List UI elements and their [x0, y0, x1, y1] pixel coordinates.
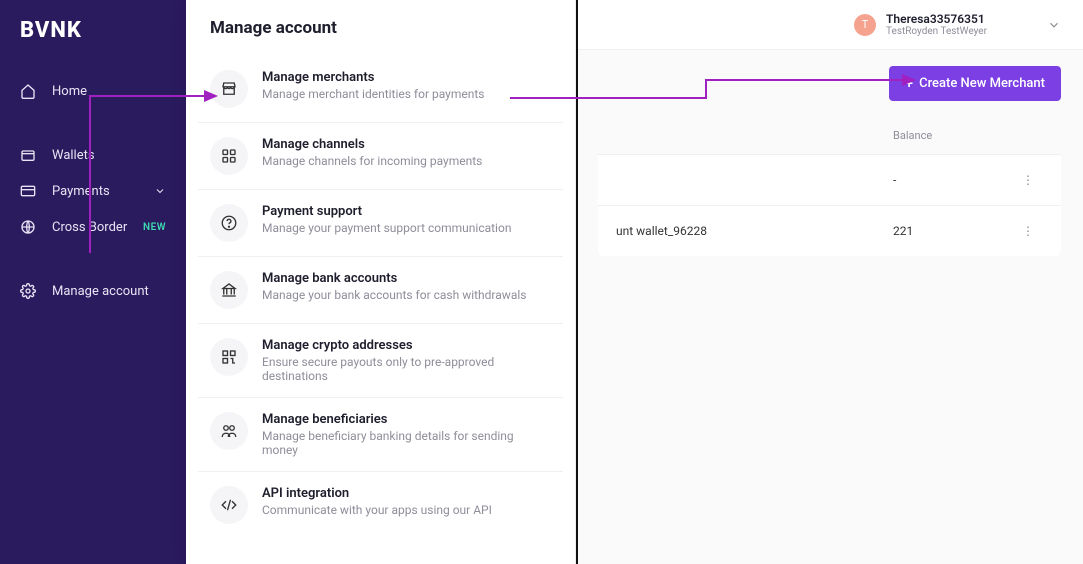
button-label: Create New Merchant [919, 76, 1045, 91]
panel-item-manage-channels[interactable]: Manage channels Manage channels for inco… [198, 122, 563, 189]
code-icon [210, 486, 248, 524]
panel-item-title: API integration [262, 486, 492, 501]
home-icon [20, 83, 36, 99]
gear-icon [20, 283, 36, 299]
panel-item-desc: Ensure secure payouts only to pre-approv… [262, 355, 551, 383]
panel-item-payment-support[interactable]: Payment support Manage your payment supp… [198, 189, 563, 256]
panel-item-title: Payment support [262, 204, 511, 219]
panel-title: Manage account [186, 0, 575, 56]
manage-account-panel: Manage account Manage merchants Manage m… [186, 0, 576, 564]
panel-item-desc: Manage beneficiary banking details for s… [262, 429, 551, 457]
plus-icon: + [905, 77, 913, 91]
action-bar: + Create New Merchant [576, 50, 1083, 117]
chevron-down-icon [154, 185, 166, 197]
user-display-name: Theresa33576351 [886, 12, 987, 26]
create-new-merchant-button[interactable]: + Create New Merchant [889, 66, 1061, 101]
panel-item-title: Manage crypto addresses [262, 338, 551, 353]
grid-icon [210, 137, 248, 175]
cell-name: unt wallet_96228 [616, 224, 893, 238]
panel-item-title: Manage beneficiaries [262, 412, 551, 427]
avatar: T [854, 14, 876, 36]
wallet-icon [20, 147, 36, 163]
sidebar-item-label: Home [52, 84, 87, 99]
topbar: T Theresa33576351 TestRoyden TestWeyer [576, 0, 1083, 50]
help-icon [210, 204, 248, 242]
sidebar-item-label: Cross Border [52, 220, 127, 235]
sidebar-item-label: Payments [52, 184, 110, 199]
panel-item-manage-merchants[interactable]: Manage merchants Manage merchant identit… [198, 56, 563, 122]
panel-item-title: Manage merchants [262, 70, 484, 85]
payments-icon [20, 183, 36, 199]
split-divider [576, 0, 578, 564]
logo: BVNK [0, 18, 186, 73]
panel-item-crypto-addresses[interactable]: Manage crypto addresses Ensure secure pa… [198, 323, 563, 397]
sidebar-item-payments[interactable]: Payments [0, 173, 186, 209]
row-menu-button[interactable]: ⋮ [1013, 224, 1043, 238]
user-sub-name: TestRoyden TestWeyer [886, 26, 987, 37]
row-menu-button[interactable]: ⋮ [1013, 173, 1043, 187]
panel-item-title: Manage channels [262, 137, 482, 152]
main-content: T Theresa33576351 TestRoyden TestWeyer +… [576, 0, 1083, 564]
qr-icon [210, 338, 248, 376]
sidebar: BVNK Home Wallets Payments Cross Border … [0, 0, 186, 564]
sidebar-item-wallets[interactable]: Wallets [0, 137, 186, 173]
chevron-down-icon [1047, 18, 1061, 32]
table-row[interactable]: - ⋮ [598, 154, 1061, 205]
panel-item-desc: Manage merchant identities for payments [262, 87, 484, 101]
sidebar-item-home[interactable]: Home [0, 73, 186, 109]
panel-item-desc: Manage your payment support communicatio… [262, 221, 511, 235]
badge-new: NEW [143, 222, 166, 233]
sidebar-item-manage-account[interactable]: Manage account [0, 273, 186, 309]
panel-item-title: Manage bank accounts [262, 271, 526, 286]
cell-balance: 221 [893, 224, 1013, 238]
globe-icon [20, 219, 36, 235]
cell-balance: - [893, 173, 1013, 187]
panel-item-bank-accounts[interactable]: Manage bank accounts Manage your bank ac… [198, 256, 563, 323]
user-menu[interactable]: T Theresa33576351 TestRoyden TestWeyer [854, 12, 1061, 37]
storefront-icon [210, 70, 248, 108]
panel-item-desc: Manage channels for incoming payments [262, 154, 482, 168]
table-header: Balance [598, 117, 1061, 154]
panel-item-desc: Manage your bank accounts for cash withd… [262, 288, 526, 302]
panel-list: Manage merchants Manage merchant identit… [186, 56, 575, 538]
col-balance-header: Balance [893, 129, 1013, 142]
sidebar-item-label: Wallets [52, 148, 95, 163]
sidebar-item-cross-border[interactable]: Cross Border NEW [0, 209, 186, 245]
merchants-table: Balance - ⋮ unt wallet_96228 221 ⋮ [598, 117, 1061, 256]
users-icon [210, 412, 248, 450]
sidebar-item-label: Manage account [52, 284, 149, 299]
panel-item-beneficiaries[interactable]: Manage beneficiaries Manage beneficiary … [198, 397, 563, 471]
panel-item-api-integration[interactable]: API integration Communicate with your ap… [198, 471, 563, 538]
table-row[interactable]: unt wallet_96228 221 ⋮ [598, 205, 1061, 256]
bank-icon [210, 271, 248, 309]
panel-item-desc: Communicate with your apps using our API [262, 503, 492, 517]
